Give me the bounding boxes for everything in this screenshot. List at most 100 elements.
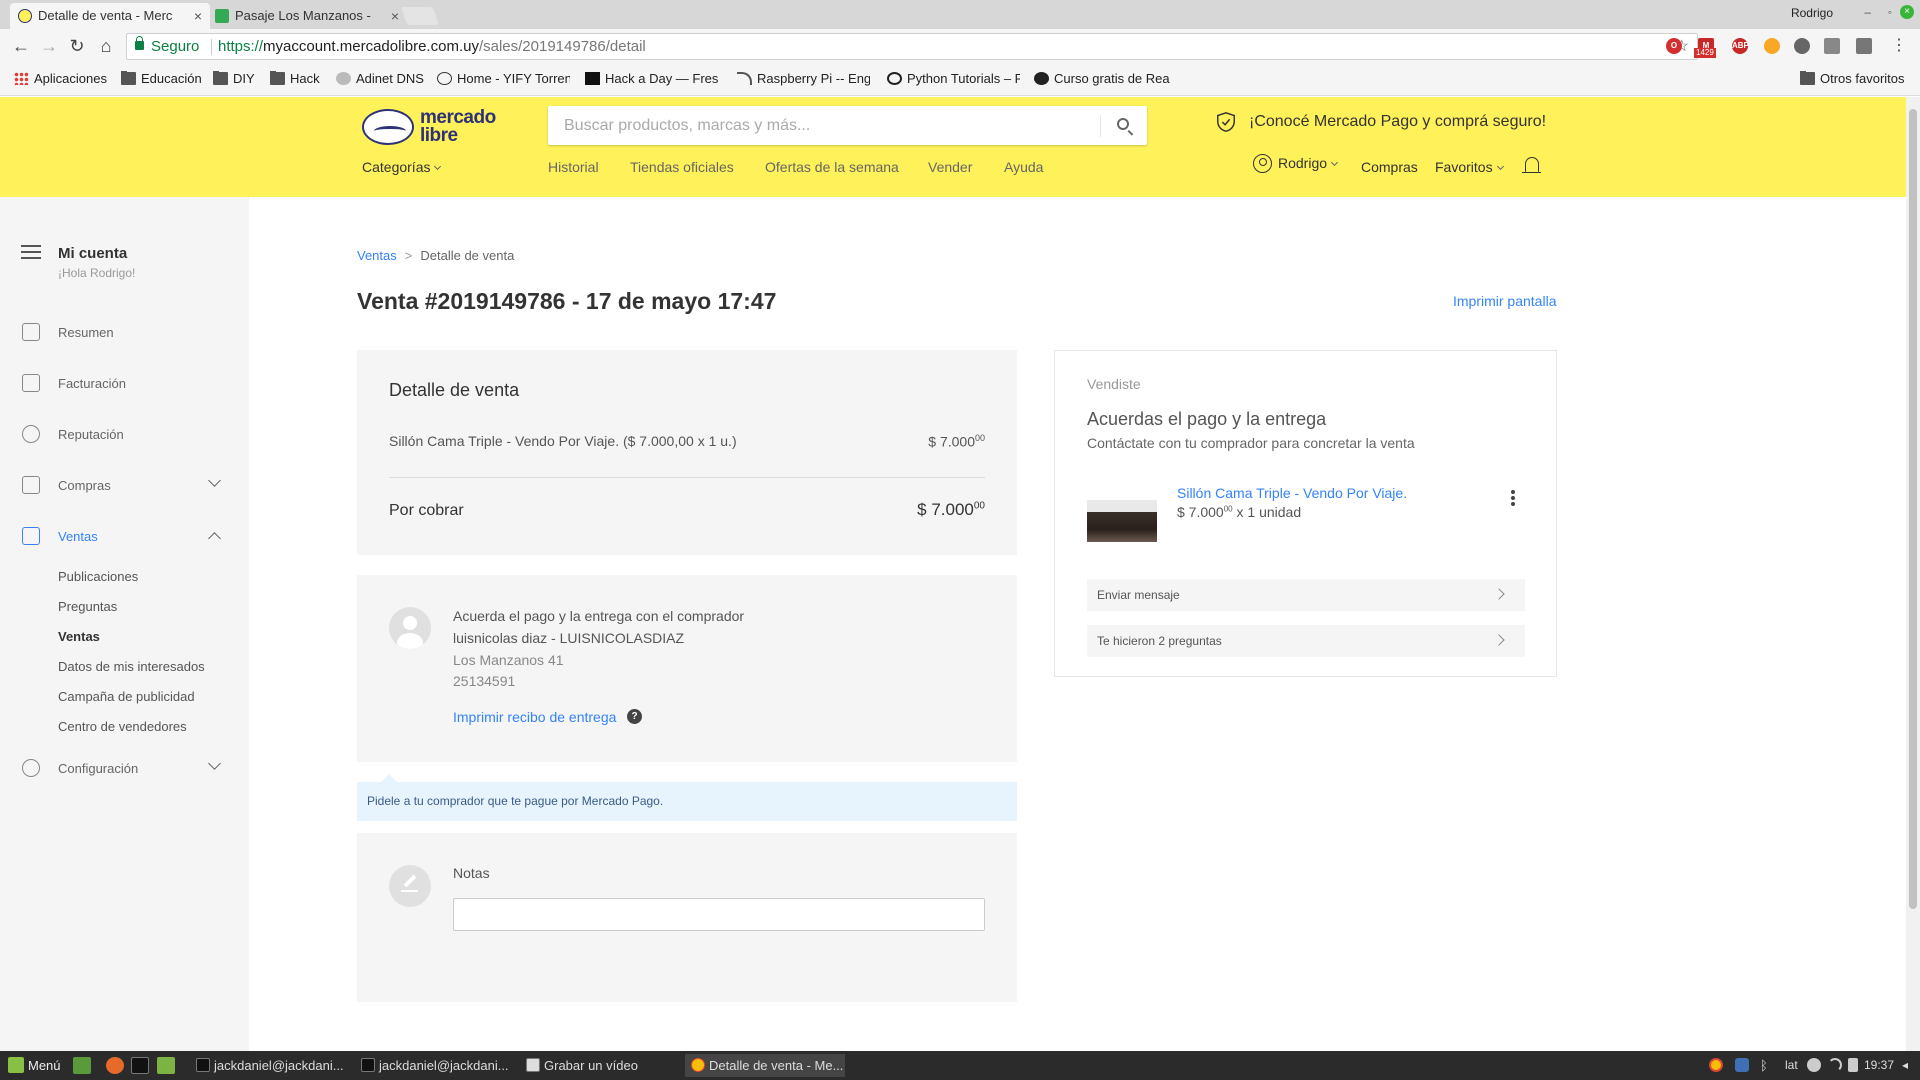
- bookmark-label: DIY: [233, 71, 255, 86]
- battery-icon[interactable]: [1848, 1058, 1858, 1072]
- user-menu[interactable]: Rodrigo: [1253, 154, 1339, 173]
- reader-extension-icon[interactable]: [1824, 38, 1840, 54]
- sidebar-item-ventas[interactable]: Ventas: [58, 529, 98, 544]
- adblock-extension-icon[interactable]: ABP: [1732, 38, 1749, 54]
- bookmark-raspberry-pi[interactable]: Raspberry Pi -- Enga: [737, 71, 870, 86]
- search-button[interactable]: [1101, 106, 1147, 145]
- back-arrow-icon[interactable]: ←: [10, 35, 32, 57]
- notes-textarea[interactable]: [453, 898, 985, 931]
- mercadolibre-logo[interactable]: mercado libre: [362, 107, 502, 147]
- sidebar-item-resumen[interactable]: Resumen: [58, 325, 114, 340]
- notifications-button[interactable]: [1522, 157, 1541, 175]
- home-icon[interactable]: ⌂: [95, 35, 117, 57]
- folder-icon: [213, 71, 228, 85]
- nav-vender[interactable]: Vender: [928, 159, 972, 175]
- bookmark-hackaday[interactable]: Hack a Day — Fresh: [585, 71, 718, 86]
- task-terminal-1[interactable]: jackdaniel@jackdani...: [190, 1054, 350, 1077]
- nav-compras[interactable]: Compras: [1361, 159, 1418, 175]
- categories-dropdown[interactable]: Categorías: [362, 159, 442, 175]
- code-extension-icon[interactable]: [1856, 38, 1872, 54]
- sidebar-item-facturacion[interactable]: Facturación: [58, 376, 126, 391]
- scrollbar-thumb[interactable]: [1909, 109, 1917, 909]
- sidebar-item-reputacion[interactable]: Reputación: [58, 427, 124, 442]
- hamburger-menu-icon[interactable]: [21, 245, 41, 259]
- reload-icon[interactable]: ↻: [66, 35, 88, 57]
- clock[interactable]: 19:37: [1864, 1058, 1894, 1072]
- bookmark-other-favorites[interactable]: Otros favoritos: [1800, 71, 1905, 86]
- bookmark-apps[interactable]: Aplicaciones: [14, 71, 107, 86]
- address-bar[interactable]: Seguro https://myaccount.mercadolibre.co…: [126, 33, 1698, 60]
- bookmark-python-tutorials[interactable]: Python Tutorials – R: [887, 71, 1020, 86]
- bookmark-adinet-dns[interactable]: Adinet DNS: [336, 71, 424, 86]
- search-input[interactable]: [548, 106, 1098, 145]
- firefox-icon[interactable]: [106, 1057, 124, 1074]
- sidebar-subitem-datos-interesados[interactable]: Datos de mis interesados: [58, 659, 205, 674]
- volume-icon[interactable]: ◂: [1902, 1058, 1908, 1072]
- product-thumbnail[interactable]: [1087, 500, 1157, 542]
- task-label: jackdaniel@jackdani...: [214, 1058, 344, 1073]
- more-options-icon[interactable]: [1511, 490, 1515, 506]
- shopping-bag-icon: [22, 476, 40, 494]
- breadcrumb-ventas-link[interactable]: Ventas: [357, 248, 397, 263]
- nav-ayuda[interactable]: Ayuda: [1004, 159, 1043, 175]
- task-record-video[interactable]: Grabar un vídeo: [520, 1054, 680, 1077]
- forward-arrow-icon[interactable]: →: [38, 35, 60, 57]
- lightbulb-extension-icon[interactable]: [1794, 38, 1810, 54]
- user-tray-icon[interactable]: [1807, 1058, 1821, 1072]
- chrome-tray-icon[interactable]: [1709, 1058, 1723, 1072]
- chevron-down-icon[interactable]: [208, 474, 221, 487]
- questions-button[interactable]: Te hicieron 2 preguntas: [1087, 625, 1525, 657]
- show-desktop-icon[interactable]: [73, 1057, 91, 1074]
- favorites-menu[interactable]: Favoritos: [1435, 159, 1504, 175]
- billing-icon: [22, 374, 40, 392]
- print-screen-link[interactable]: Imprimir pantalla: [1453, 293, 1556, 309]
- print-delivery-receipt-link[interactable]: Imprimir recibo de entrega: [453, 709, 616, 725]
- terminal-icon[interactable]: [131, 1057, 149, 1074]
- url-text: https://myaccount.mercadolibre.com.uy/sa…: [218, 34, 646, 59]
- nav-tiendas-oficiales[interactable]: Tiendas oficiales: [630, 159, 734, 175]
- sidebar-item-compras[interactable]: Compras: [58, 478, 111, 493]
- new-tab-button[interactable]: [400, 7, 440, 25]
- sidebar-subitem-ventas[interactable]: Ventas: [58, 629, 100, 644]
- sidebar-subitem-preguntas[interactable]: Preguntas: [58, 599, 117, 614]
- wifi-icon[interactable]: [1828, 1058, 1842, 1072]
- bookmark-folder-hack[interactable]: Hack: [270, 71, 320, 86]
- sidebar-subitem-publicaciones[interactable]: Publicaciones: [58, 569, 138, 584]
- keyboard-layout[interactable]: lat: [1785, 1058, 1798, 1072]
- chevron-down-icon[interactable]: [208, 757, 221, 770]
- sidebar-subitem-centro-vendedores[interactable]: Centro de vendedores: [58, 719, 187, 734]
- bookmark-curso-react[interactable]: Curso gratis de Rea: [1034, 71, 1170, 86]
- help-icon[interactable]: ?: [627, 709, 642, 724]
- apps-grid-icon: [14, 72, 29, 85]
- maximize-icon[interactable]: ◦: [1888, 5, 1892, 19]
- bookmark-yify[interactable]: Home - YIFY Torrent: [437, 71, 570, 86]
- bookmark-folder-educacion[interactable]: Educación: [121, 71, 202, 86]
- product-title-link[interactable]: Sillón Cama Triple - Vendo Por Viaje.: [1177, 485, 1407, 501]
- shield-tray-icon[interactable]: [1735, 1058, 1749, 1072]
- chrome-menu-icon[interactable]: ⋮: [1888, 35, 1910, 57]
- sold-label: Vendiste: [1087, 376, 1141, 392]
- sidebar-subitem-campana-publicidad[interactable]: Campaña de publicidad: [58, 689, 195, 704]
- nav-historial[interactable]: Historial: [548, 159, 599, 175]
- profile-name[interactable]: Rodrigo: [1791, 6, 1833, 20]
- nav-ofertas-semana[interactable]: Ofertas de la semana: [765, 159, 899, 175]
- task-chrome-detalle-venta[interactable]: Detalle de venta - Me...: [685, 1054, 845, 1077]
- files-icon[interactable]: [157, 1057, 175, 1074]
- tab-detalle-venta[interactable]: Detalle de venta - Merc ×: [10, 3, 210, 29]
- send-message-button[interactable]: Enviar mensaje: [1087, 579, 1525, 611]
- task-terminal-2[interactable]: jackdaniel@jackdani...: [355, 1054, 515, 1077]
- sidebar-item-configuracion[interactable]: Configuración: [58, 761, 138, 776]
- bluetooth-icon[interactable]: ᛒ: [1760, 1058, 1768, 1073]
- minimize-icon[interactable]: –: [1864, 5, 1871, 19]
- close-icon[interactable]: ×: [391, 3, 399, 29]
- tab-pasaje-los-manzanos[interactable]: Pasaje Los Manzanos - ×: [207, 3, 407, 29]
- page-scrollbar[interactable]: [1906, 97, 1920, 1051]
- mercadopago-promo[interactable]: ¡Conocé Mercado Pago y comprá seguro!: [1215, 112, 1546, 132]
- window-close-icon[interactable]: ×: [1900, 5, 1914, 19]
- start-menu-button[interactable]: Menú: [8, 1057, 61, 1073]
- close-icon[interactable]: ×: [194, 3, 202, 29]
- bookmark-folder-diy[interactable]: DIY: [213, 71, 255, 86]
- notification-extension-icon[interactable]: [1764, 38, 1780, 54]
- opera-extension-icon[interactable]: O: [1666, 38, 1682, 54]
- chevron-up-icon[interactable]: [208, 532, 221, 545]
